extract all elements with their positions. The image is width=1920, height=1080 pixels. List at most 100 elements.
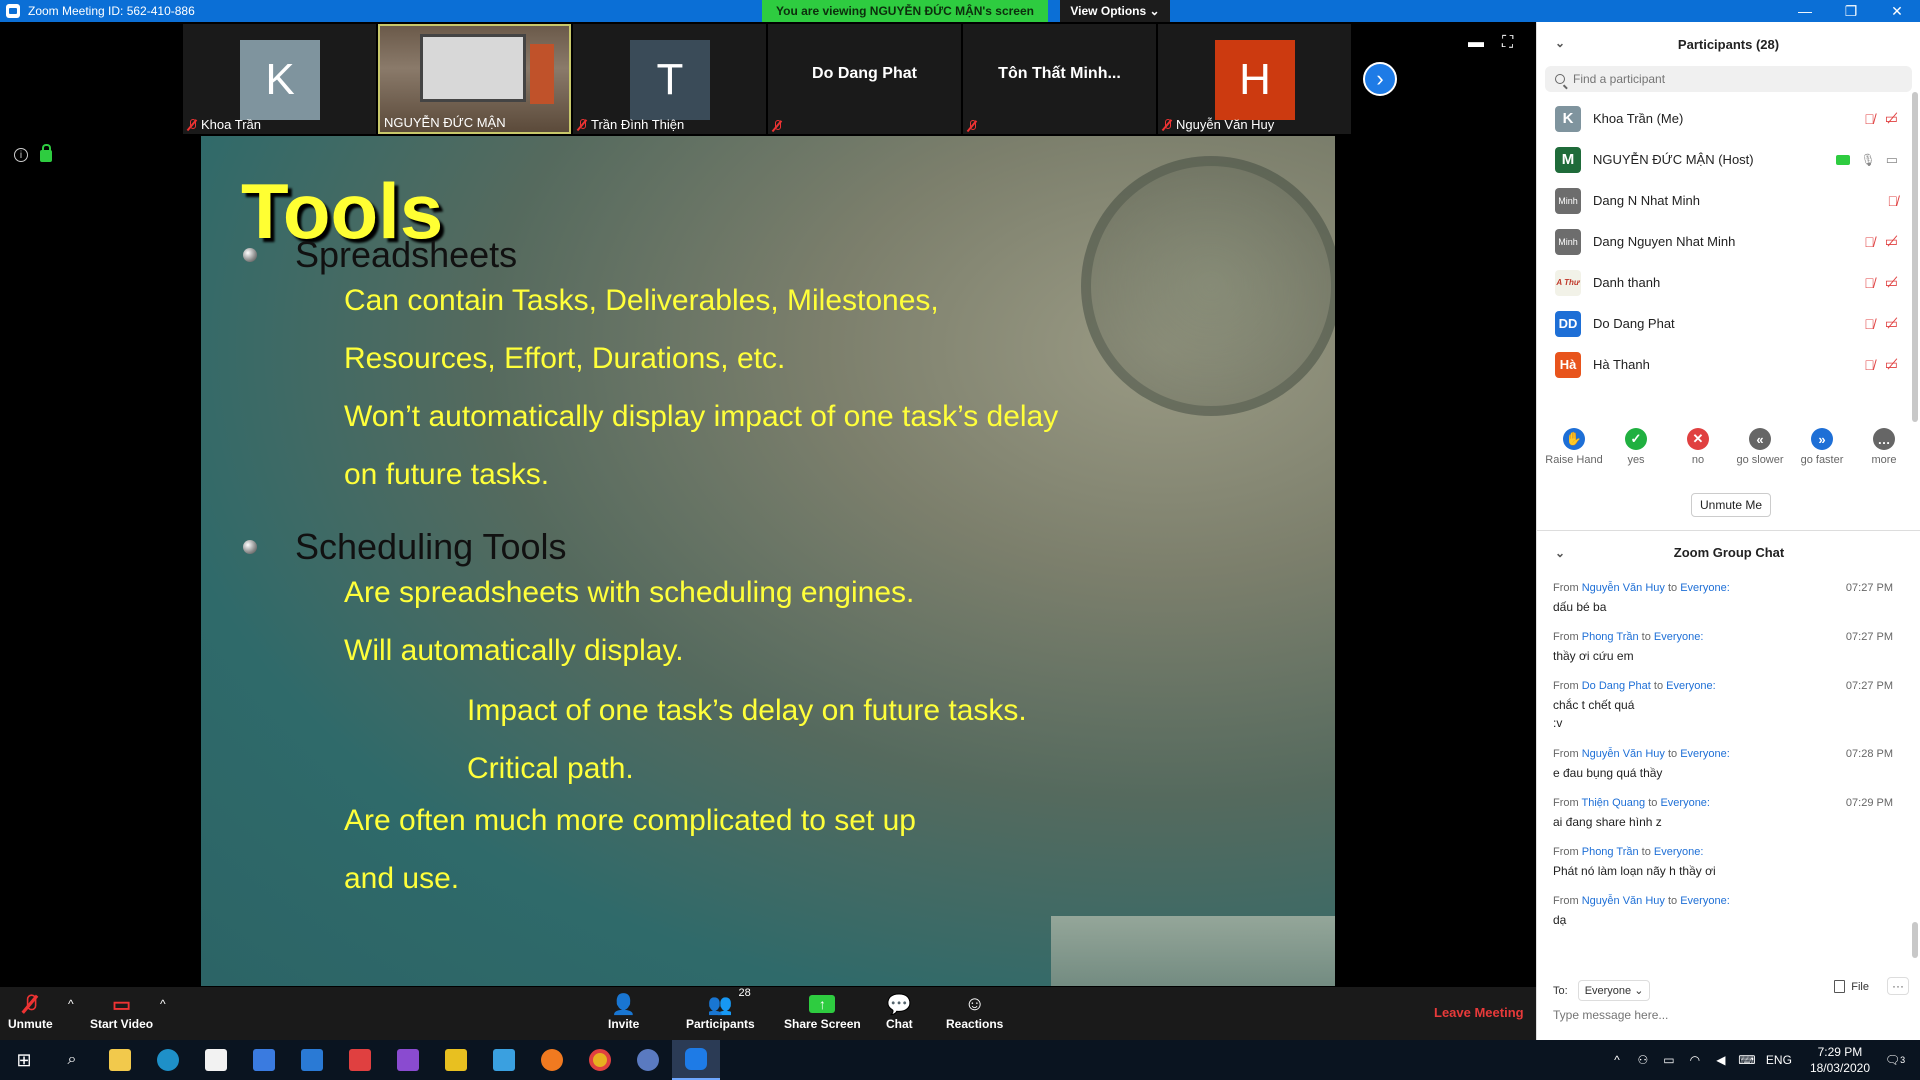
- notification-icon[interactable]: 🗨 3: [1885, 1053, 1906, 1067]
- sender-name[interactable]: Phong Trần: [1582, 631, 1639, 643]
- participant-search[interactable]: [1545, 66, 1912, 92]
- audio-options-caret-icon[interactable]: ^: [68, 997, 74, 1011]
- app-icon[interactable]: [624, 1040, 672, 1080]
- unmute-me-button[interactable]: Unmute Me: [1691, 493, 1772, 517]
- app-icon[interactable]: [432, 1040, 480, 1080]
- participant-row[interactable]: Hà Hà Thanh 🎙̸ ▭̸: [1537, 344, 1920, 385]
- minimize-icon[interactable]: —: [1782, 0, 1828, 22]
- windows-start-icon[interactable]: ⊞: [0, 1040, 48, 1080]
- edge-browser-icon[interactable]: [144, 1040, 192, 1080]
- file-explorer-icon[interactable]: [96, 1040, 144, 1080]
- video-thumbnail[interactable]: T Trần Đình Thiện: [573, 24, 766, 134]
- message-time: 07:27 PM: [1845, 631, 1893, 643]
- participant-row[interactable]: DD Do Dang Phat 🎙̸ ▭̸: [1537, 303, 1920, 344]
- lock-icon[interactable]: [40, 144, 52, 162]
- invite-button[interactable]: 👤 Invite: [608, 991, 639, 1032]
- sender-name[interactable]: Nguyễn Văn Huy: [1582, 748, 1665, 760]
- video-thumbnail[interactable]: Tôn Thất Minh...: [963, 24, 1156, 134]
- sender-name[interactable]: Phong Trần: [1582, 846, 1639, 858]
- more-options-icon[interactable]: ···: [1887, 977, 1909, 995]
- recipient-dropdown[interactable]: Everyone ⌄: [1577, 980, 1651, 1001]
- info-icon[interactable]: i: [14, 148, 28, 162]
- video-thumbnail[interactable]: K Khoa Trần: [183, 24, 376, 134]
- more-reactions-button[interactable]: … more: [1854, 428, 1914, 466]
- chevron-up-icon[interactable]: ^: [1610, 1053, 1624, 1067]
- collapse-chevron-icon[interactable]: ⌄: [1555, 36, 1565, 50]
- next-page-button[interactable]: ›: [1363, 62, 1397, 96]
- no-button[interactable]: ✕ no: [1668, 428, 1728, 466]
- chat-message-input[interactable]: [1553, 1008, 1893, 1022]
- chat-button[interactable]: 💬 Chat: [886, 991, 913, 1032]
- raise-hand-button[interactable]: ✋ Raise Hand: [1544, 428, 1604, 466]
- smiley-icon: ☺: [964, 992, 985, 1015]
- go-faster-button[interactable]: » go faster: [1792, 428, 1852, 466]
- sender-name[interactable]: Nguyễn Văn Huy: [1582, 895, 1665, 907]
- visual-studio-icon[interactable]: [384, 1040, 432, 1080]
- people-icon[interactable]: ⚇: [1636, 1053, 1650, 1067]
- mic-muted-icon: [577, 118, 587, 131]
- shared-screen-slide: Tools Spreadsheets Can contain Tasks, De…: [201, 136, 1335, 986]
- collapse-chevron-icon[interactable]: ⌄: [1555, 546, 1565, 560]
- notification-count: 3: [1900, 1055, 1906, 1065]
- layout-toggle-icon[interactable]: ▬: [1468, 34, 1484, 52]
- x-icon: ✕: [1687, 428, 1709, 450]
- view-options-button[interactable]: View Options ⌄: [1060, 0, 1170, 22]
- leave-meeting-button[interactable]: Leave Meeting: [1434, 1005, 1524, 1020]
- volume-icon[interactable]: ◀: [1714, 1053, 1728, 1067]
- message-text: ai đang share hình z: [1553, 815, 1662, 829]
- chevron-right-icon: ›: [1376, 66, 1384, 91]
- wifi-icon[interactable]: ◠: [1688, 1053, 1702, 1067]
- recipient-name: Everyone:: [1680, 895, 1730, 907]
- reactions-button[interactable]: ☺ Reactions: [946, 991, 1003, 1032]
- chat-bubble-icon: 💬: [886, 993, 912, 1016]
- sender-name[interactable]: Nguyễn Văn Huy: [1582, 582, 1665, 594]
- recipient-name: Everyone:: [1660, 797, 1710, 809]
- restore-icon[interactable]: ❐: [1828, 0, 1874, 22]
- language-indicator[interactable]: ENG: [1766, 1053, 1792, 1067]
- video-thumbnail-active-speaker[interactable]: NGUYỄN ĐỨC MẬN: [378, 24, 571, 134]
- chat-input-area: [1553, 1008, 1893, 1022]
- share-screen-button[interactable]: ↑ Share Screen: [784, 991, 861, 1031]
- battery-icon[interactable]: ▭: [1662, 1053, 1676, 1067]
- keyboard-icon[interactable]: ⌨: [1738, 1053, 1755, 1067]
- chrome-icon[interactable]: [576, 1040, 624, 1080]
- file-button[interactable]: File: [1834, 980, 1869, 993]
- firefox-icon[interactable]: [528, 1040, 576, 1080]
- participant-search-input[interactable]: [1573, 72, 1873, 86]
- video-off-icon: ▭̸: [1884, 356, 1898, 372]
- chat-message: From Thiện Quang to Everyone: 07:29 PM a…: [1553, 797, 1893, 829]
- participant-row[interactable]: M NGUYỄN ĐỨC MẬN (Host) 🎙 ▭: [1537, 139, 1920, 180]
- start-video-button[interactable]: ▭ Start Video: [90, 991, 153, 1032]
- participant-row[interactable]: Minh Dang N Nhat Minh 🎙̸: [1537, 180, 1920, 221]
- slide-line: Will automatically display.: [344, 634, 684, 667]
- participant-row[interactable]: A Thư Danh thanh 🎙̸ ▭̸: [1537, 262, 1920, 303]
- recipient-name: Everyone:: [1680, 582, 1730, 594]
- participant-row[interactable]: K Khoa Trần (Me) 🎙̸ ▭̸: [1537, 98, 1920, 139]
- participants-button[interactable]: 👥 28 Participants: [686, 987, 755, 1031]
- video-thumbnail[interactable]: H Nguyễn Văn Huy: [1158, 24, 1351, 134]
- store-icon[interactable]: [192, 1040, 240, 1080]
- clock[interactable]: 7:29 PM 18/03/2020: [1810, 1044, 1870, 1076]
- chat-scrollbar[interactable]: [1912, 922, 1918, 958]
- participant-row[interactable]: Minh Dang Nguyen Nhat Minh 🎙̸ ▭̸: [1537, 221, 1920, 262]
- search-icon[interactable]: ⌕: [48, 1040, 96, 1080]
- go-slower-button[interactable]: «go slower: [1730, 428, 1790, 466]
- app-icon[interactable]: [336, 1040, 384, 1080]
- video-options-caret-icon[interactable]: ^: [160, 997, 166, 1011]
- participant-name: NGUYỄN ĐỨC MẬN: [384, 115, 506, 130]
- avatar: Minh: [1555, 228, 1581, 255]
- yes-button[interactable]: ✓ yes: [1606, 428, 1666, 466]
- video-thumbnail[interactable]: Do Dang Phat: [768, 24, 961, 134]
- mail-icon[interactable]: [288, 1040, 336, 1080]
- slide-bullet-2: Scheduling Tools: [251, 526, 567, 568]
- onedrive-app-icon[interactable]: [240, 1040, 288, 1080]
- fullscreen-icon[interactable]: ⛶: [1502, 34, 1513, 52]
- window-title: Zoom Meeting ID: 562-410-886: [28, 4, 195, 18]
- close-icon[interactable]: ✕: [1874, 0, 1920, 22]
- participant-list-scrollbar[interactable]: [1912, 92, 1918, 422]
- sender-name[interactable]: Thiện Quang: [1582, 797, 1646, 809]
- unmute-button[interactable]: Unmute: [8, 991, 53, 1031]
- zoom-app-icon[interactable]: [672, 1040, 720, 1080]
- sender-name[interactable]: Do Dang Phat: [1582, 680, 1651, 692]
- app-icon[interactable]: [480, 1040, 528, 1080]
